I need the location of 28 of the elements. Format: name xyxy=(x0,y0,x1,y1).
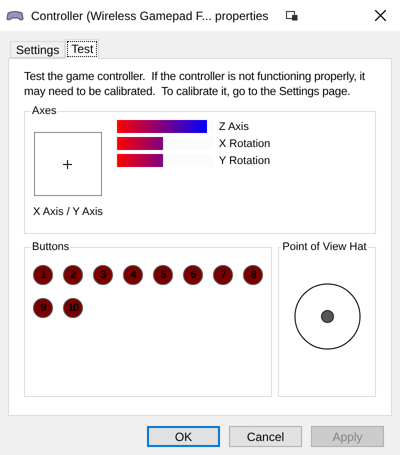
button-indicator: 6 xyxy=(183,265,203,285)
window-icon[interactable] xyxy=(286,10,298,20)
button-indicator: 7 xyxy=(213,265,233,285)
pov-hat-drawing xyxy=(294,283,361,350)
button-indicator: 1 xyxy=(33,265,53,285)
tab[interactable]: Test xyxy=(65,39,100,59)
button-indicator: 4 xyxy=(123,265,143,285)
close-icon[interactable] xyxy=(375,10,386,21)
button-indicator: 3 xyxy=(93,265,113,285)
button-indicator: 2 xyxy=(63,265,83,285)
tab[interactable]: Settings xyxy=(10,41,66,58)
group-title: Buttons xyxy=(31,241,70,253)
axis-label: X Rotation xyxy=(218,138,270,150)
button-indicator: 5 xyxy=(153,265,173,285)
dialog-button[interactable]: OK xyxy=(147,426,220,447)
axis-label: Z Axis xyxy=(218,120,250,132)
dialog-button[interactable]: Cancel xyxy=(229,426,302,447)
axis-label: Y Rotation xyxy=(218,154,270,166)
button-indicator: 10 xyxy=(63,298,83,318)
button-indicator: 9 xyxy=(33,298,53,318)
group-title: Point of View Hat xyxy=(281,241,368,253)
instruction-text: Test the game controller. If the controller is not functioning properly, it may need to be calibrated. To calibrate it, go to the Settings page. xyxy=(24,69,366,99)
crosshair-icon xyxy=(63,160,72,168)
axis-label: X Axis / Y Axis xyxy=(33,206,103,218)
button-indicator: 8 xyxy=(243,265,263,285)
window-title: Controller (Wireless Gamepad F... properties xyxy=(31,8,270,22)
group-title: Axes xyxy=(31,105,58,117)
gamepad-icon xyxy=(6,10,24,22)
